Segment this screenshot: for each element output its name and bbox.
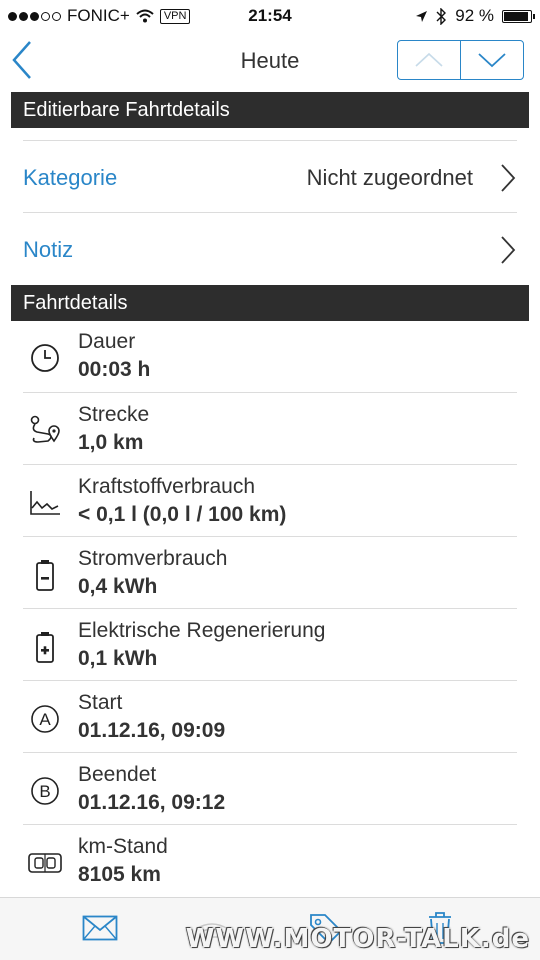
detail-title: Beendet bbox=[78, 763, 157, 786]
previous-trip-button[interactable] bbox=[398, 41, 460, 79]
note-label: Notiz bbox=[23, 237, 74, 262]
chevron-up-icon bbox=[415, 52, 443, 67]
route-icon bbox=[27, 413, 63, 449]
battery-percent: 92 % bbox=[455, 6, 494, 25]
detail-title: Kraftstoffverbrauch bbox=[78, 475, 256, 498]
status-bar: FONIC+ VPN 21:54 92 % bbox=[0, 0, 540, 32]
detail-title: Elektrische Regenerierung bbox=[78, 619, 326, 642]
watermark: WWW.MOTOR-TALK.de bbox=[185, 924, 530, 954]
end-b-icon: B bbox=[27, 773, 63, 809]
detail-value: 01.12.16, 09:09 bbox=[78, 719, 226, 742]
detail-value: 1,0 km bbox=[78, 431, 144, 454]
section-header-details: Fahrtdetails bbox=[11, 285, 529, 321]
detail-value: < 0,1 l (0,0 l / 100 km) bbox=[78, 503, 287, 526]
battery-minus-icon bbox=[27, 557, 63, 593]
category-label: Kategorie bbox=[23, 165, 118, 190]
detail-title: Start bbox=[78, 691, 123, 714]
detail-value: 00:03 h bbox=[78, 358, 151, 381]
navigation-bar: Heute bbox=[0, 32, 540, 90]
svg-text:B: B bbox=[39, 782, 50, 801]
fuel-chart-icon bbox=[27, 485, 63, 521]
detail-row-fuel: Kraftstoffverbrauch < 0,1 l (0,0 l / 100… bbox=[23, 464, 517, 536]
detail-row-power: Stromverbrauch 0,4 kWh bbox=[23, 536, 517, 608]
detail-title: Strecke bbox=[78, 403, 150, 426]
mail-button[interactable] bbox=[80, 910, 120, 946]
start-a-icon: A bbox=[27, 701, 63, 737]
detail-row-odometer: km-Stand 8105 km bbox=[23, 824, 517, 896]
next-trip-button[interactable] bbox=[460, 41, 523, 79]
detail-row-start: A Start 01.12.16, 09:09 bbox=[23, 680, 517, 752]
trip-navigation-control bbox=[397, 40, 524, 80]
detail-title: km-Stand bbox=[78, 835, 168, 858]
note-row[interactable]: Notiz bbox=[23, 212, 517, 284]
bluetooth-icon bbox=[436, 7, 447, 25]
detail-row-duration: Dauer 00:03 h bbox=[23, 320, 517, 392]
battery-icon bbox=[502, 9, 535, 23]
category-value: Nicht zugeordnet bbox=[306, 165, 473, 190]
detail-value: 01.12.16, 09:12 bbox=[78, 791, 226, 814]
detail-row-end: B Beendet 01.12.16, 09:12 bbox=[23, 752, 517, 824]
status-right: 92 % bbox=[415, 6, 535, 26]
battery-plus-icon bbox=[27, 629, 63, 665]
chevron-right-icon bbox=[501, 164, 516, 192]
location-arrow-icon bbox=[416, 10, 428, 22]
detail-value: 8105 km bbox=[78, 863, 161, 886]
detail-title: Stromverbrauch bbox=[78, 547, 228, 570]
odometer-icon bbox=[27, 845, 63, 881]
chevron-down-icon bbox=[478, 53, 506, 68]
category-row[interactable]: Kategorie Nicht zugeordnet bbox=[23, 140, 517, 212]
detail-row-distance: Strecke 1,0 km bbox=[23, 392, 517, 464]
detail-value: 0,4 kWh bbox=[78, 575, 158, 598]
svg-text:A: A bbox=[39, 710, 51, 729]
detail-title: Dauer bbox=[78, 330, 136, 353]
bottom-toolbar: WWW.MOTOR-TALK.de bbox=[0, 897, 540, 960]
envelope-icon bbox=[82, 915, 118, 941]
section-header-editable: Editierbare Fahrtdetails bbox=[11, 92, 529, 128]
chevron-right-icon bbox=[501, 236, 516, 264]
detail-row-regeneration: Elektrische Regenerierung 0,1 kWh bbox=[23, 608, 517, 680]
detail-value: 0,1 kWh bbox=[78, 647, 158, 670]
clock-icon bbox=[27, 340, 63, 376]
